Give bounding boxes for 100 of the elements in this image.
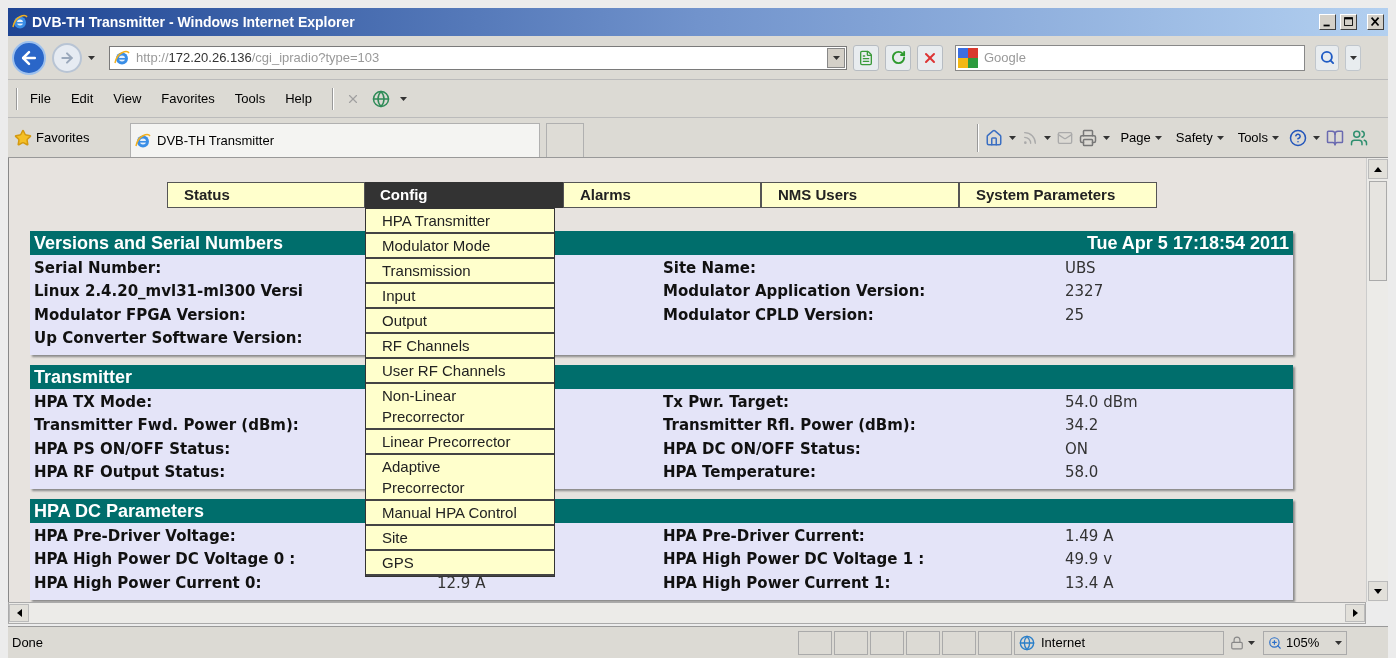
search-engine-logo-icon: [958, 47, 978, 68]
help-icon[interactable]: [1289, 128, 1307, 147]
field-label: Modulator Application Version:: [663, 281, 926, 302]
address-field[interactable]: http://172.20.26.136/cgi_ipradio?type=103: [109, 45, 847, 70]
scroll-thumb[interactable]: [1368, 181, 1387, 281]
back-button[interactable]: [12, 40, 46, 75]
menu-item[interactable]: Favorites: [153, 88, 223, 109]
field-value: 2327: [1065, 281, 1104, 302]
field-label: HPA High Power Current 1:: [663, 572, 891, 594]
field-label: HPA High Power Current 0:: [34, 572, 262, 594]
compatibility-button[interactable]: [853, 44, 879, 71]
scroll-left-button[interactable]: [9, 604, 29, 622]
field-value: 54.0 dBm: [1065, 391, 1138, 413]
search-icon: [1319, 50, 1335, 65]
messenger-icon[interactable]: [1350, 128, 1368, 147]
status-pane: [978, 630, 1012, 655]
field-label: Tx Pwr. Target:: [663, 391, 790, 413]
field-label: HPA Temperature:: [663, 462, 816, 483]
refresh-button[interactable]: [885, 44, 911, 71]
print-icon[interactable]: [1079, 128, 1098, 147]
caret-icon[interactable]: [1313, 135, 1320, 140]
home-icon[interactable]: [985, 128, 1004, 147]
field-value: 1.49 A: [1065, 525, 1114, 547]
menu-item[interactable]: File: [22, 88, 59, 109]
nav-tab[interactable]: NMS Users: [761, 182, 959, 208]
command-button[interactable]: Page: [1116, 127, 1166, 148]
field-label: Up Converter Software Version:: [34, 328, 303, 349]
status-pane: [834, 630, 868, 655]
caret-icon[interactable]: [1248, 640, 1255, 645]
field-value: 34.2: [1065, 415, 1099, 436]
minimize-button[interactable]: [1319, 14, 1336, 30]
field-value: 13.4 A: [1065, 572, 1114, 594]
panel-title: Versions and Serial Numbers: [34, 231, 284, 255]
menu-item[interactable]: Help: [277, 88, 320, 109]
search-field[interactable]: Google: [955, 44, 1305, 71]
window-title: DVB-TH Transmitter - Windows Internet Explorer: [32, 12, 355, 32]
caret-icon[interactable]: [1154, 135, 1162, 140]
favorites-button[interactable]: Favorites: [14, 127, 124, 148]
field-value: 58.0: [1065, 462, 1099, 483]
globe-icon[interactable]: [371, 89, 390, 108]
vertical-scrollbar[interactable]: [1366, 158, 1388, 602]
stop-button[interactable]: [917, 44, 943, 71]
globe-icon: [1019, 634, 1035, 651]
menu-item[interactable]: View: [105, 88, 150, 109]
research-icon[interactable]: [1326, 128, 1344, 147]
menu-item[interactable]: Tools: [226, 88, 274, 109]
field-label: HPA TX Mode:: [34, 391, 153, 413]
panel-title: Transmitter: [34, 365, 133, 389]
field-value: ON: [1065, 438, 1089, 460]
scroll-up-button[interactable]: [1367, 159, 1388, 179]
field-label: Linux 2.4.20_mvl31-ml300 Versi: [34, 281, 303, 302]
browser-logo-icon: [135, 132, 151, 149]
nav-tab[interactable]: Config: [365, 182, 563, 208]
field-label: HPA Pre-Driver Current:: [663, 525, 865, 547]
forward-arrow-icon: [59, 49, 75, 66]
status-pane: [942, 630, 976, 655]
caret-icon[interactable]: [1272, 135, 1279, 140]
search-options-button[interactable]: [1345, 44, 1361, 71]
maximize-button[interactable]: [1340, 14, 1357, 30]
nav-tab[interactable]: Alarms: [563, 182, 761, 208]
field-label: Modulator CPLD Version:: [663, 304, 874, 326]
panel-title: HPA DC Parameters: [34, 499, 205, 523]
page-icon: [858, 49, 874, 66]
search-input[interactable]: Google: [984, 47, 1304, 68]
field-label: HPA RF Output Status:: [34, 462, 226, 483]
nav-tab[interactable]: Status: [167, 182, 365, 208]
down-arrow-icon: [1373, 588, 1382, 594]
caret-icon[interactable]: [1044, 135, 1052, 140]
field-label: Transmitter Fwd. Power (dBm):: [34, 415, 299, 436]
scroll-right-button[interactable]: [1345, 604, 1365, 622]
caret-icon[interactable]: [399, 96, 407, 101]
menu-item[interactable]: Edit: [62, 88, 102, 109]
status-pane: [870, 630, 904, 655]
browser-logo-icon: [12, 14, 28, 30]
field-label: Modulator FPGA Version:: [34, 304, 246, 326]
field-label: HPA Pre-Driver Voltage:: [34, 525, 236, 547]
nav-tab[interactable]: System Parameters: [959, 182, 1157, 208]
caret-icon[interactable]: [832, 55, 840, 60]
caret-icon[interactable]: [1103, 135, 1111, 140]
browser-tab[interactable]: DVB-TH Transmitter: [130, 123, 540, 157]
field-label: HPA High Power DC Voltage 0 :: [34, 549, 296, 570]
caret-icon[interactable]: [1009, 135, 1017, 140]
caret-icon[interactable]: [1335, 640, 1343, 645]
status-pane: [906, 630, 940, 655]
horizontal-scrollbar[interactable]: [8, 602, 1366, 624]
caret-icon[interactable]: [88, 55, 95, 60]
browser-logo-icon: [114, 49, 130, 66]
search-button[interactable]: [1315, 44, 1339, 71]
caret-icon[interactable]: [1216, 135, 1224, 140]
command-button[interactable]: Tools: [1233, 127, 1283, 148]
field-label: Site Name:: [663, 257, 756, 279]
field-label: HPA High Power DC Voltage 1 :: [663, 549, 925, 570]
caret-icon[interactable]: [1349, 55, 1357, 60]
scroll-down-button[interactable]: [1367, 581, 1388, 601]
zoom-button[interactable]: 105%: [1263, 630, 1348, 655]
close-button[interactable]: [1367, 14, 1384, 30]
command-button[interactable]: Safety: [1171, 127, 1228, 148]
up-arrow-icon: [1373, 166, 1382, 172]
field-value: 49.9 v: [1065, 549, 1113, 570]
address-dropdown-button[interactable]: [827, 47, 845, 68]
